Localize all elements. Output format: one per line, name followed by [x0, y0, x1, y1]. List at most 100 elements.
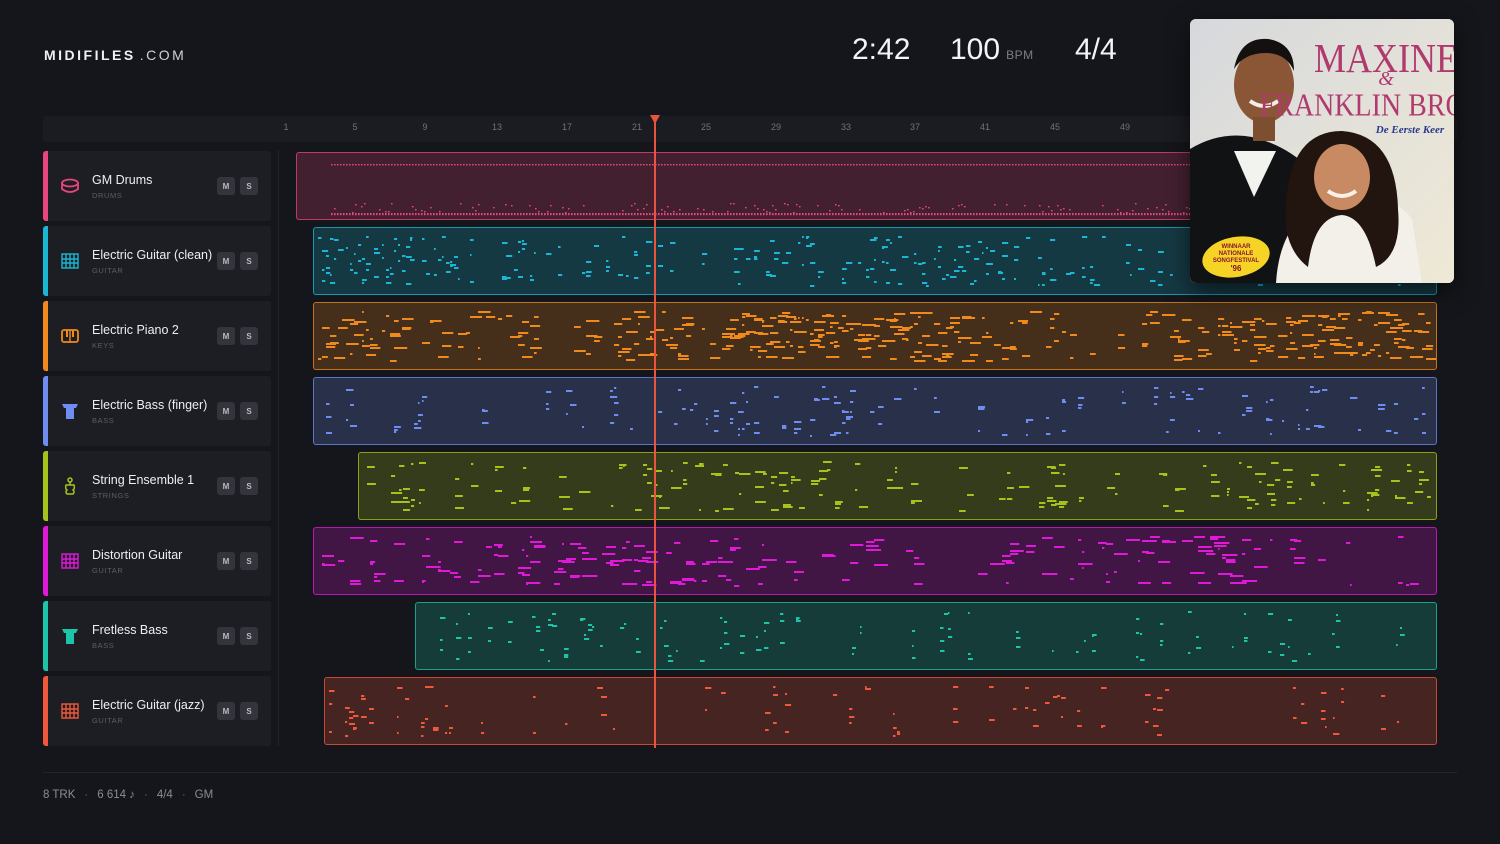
mute-button[interactable]: M [217, 702, 235, 720]
track-category: KEYS [92, 341, 115, 350]
track-header-fretless-bass[interactable]: Fretless Bass BASS M S [43, 601, 271, 671]
note-count: 6 614 ♪ [97, 789, 135, 801]
track-category: GUITAR [92, 716, 124, 725]
mute-button[interactable]: M [217, 552, 235, 570]
track-color-strip [43, 151, 48, 221]
guitar-grid-icon [59, 700, 81, 722]
tempo-unit: BPM [1006, 48, 1034, 62]
tempo-value: 100 [950, 33, 1001, 66]
track-name: Fretless Bass [92, 623, 168, 637]
brand-name: MIDIFILES [44, 47, 136, 63]
track-header-distortion-guitar[interactable]: Distortion Guitar GUITAR M S [43, 526, 271, 596]
svg-text:'96: '96 [1231, 264, 1242, 273]
solo-button[interactable]: S [240, 402, 258, 420]
track-name: Electric Piano 2 [92, 323, 179, 337]
mute-button[interactable]: M [217, 177, 235, 195]
clip-distortion-guitar[interactable] [313, 527, 1437, 595]
playhead-handle[interactable] [650, 115, 660, 124]
mute-button[interactable]: M [217, 477, 235, 495]
clip-electric-guitar-jazz[interactable] [324, 677, 1437, 745]
midi-standard: GM [194, 789, 214, 801]
solo-button[interactable]: S [240, 552, 258, 570]
time-signature: 4/4 [1075, 33, 1117, 66]
cover-artist-line2: FRANKLIN BROWN [1260, 87, 1454, 123]
track-header-gm-drums[interactable]: GM Drums DRUMS M S [43, 151, 271, 221]
playhead[interactable] [654, 120, 656, 748]
track-category: STRINGS [92, 491, 130, 500]
ruler-tick: 49 [1119, 122, 1131, 132]
guitar-grid-icon [59, 250, 81, 272]
track-color-strip [43, 676, 48, 746]
track-category: GUITAR [92, 566, 124, 575]
guitar-grid-icon [59, 550, 81, 572]
note-pattern [326, 386, 1427, 437]
track-header-electric-guitar-jazz[interactable]: Electric Guitar (jazz) GUITAR M S [43, 676, 271, 746]
track-count: 8 TRK [43, 789, 76, 801]
solo-button[interactable]: S [240, 477, 258, 495]
track-name: Electric Bass (finger) [92, 398, 208, 412]
note-pattern [322, 536, 1419, 587]
track-name: Electric Guitar (clean) [92, 248, 213, 262]
track-color-strip [43, 301, 48, 371]
mute-button[interactable]: M [217, 252, 235, 270]
mute-button[interactable]: M [217, 327, 235, 345]
mute-button[interactable]: M [217, 402, 235, 420]
solo-button[interactable]: S [240, 177, 258, 195]
ruler-tick: 29 [770, 122, 782, 132]
brand-logo: MIDIFILES .COM [44, 47, 186, 63]
track-color-strip [43, 226, 48, 296]
svg-text:NATIONALE: NATIONALE [1219, 251, 1254, 257]
solo-button[interactable]: S [240, 627, 258, 645]
track-header-electric-piano-2[interactable]: Electric Piano 2 KEYS M S [43, 301, 271, 371]
bass-icon [59, 625, 81, 647]
ruler-tick: 17 [561, 122, 573, 132]
ruler-tick: 33 [840, 122, 852, 132]
ruler-tick: 13 [491, 122, 503, 132]
svg-text:WINNAAR: WINNAAR [1222, 244, 1252, 250]
footer-time-signature: 4/4 [156, 789, 173, 801]
clip-electric-bass-finger[interactable] [313, 377, 1437, 445]
piano-icon [59, 325, 81, 347]
note-pattern [318, 311, 1436, 362]
solo-button[interactable]: S [240, 702, 258, 720]
tempo-display: 100 BPM [950, 33, 1034, 67]
solo-button[interactable]: S [240, 327, 258, 345]
note-pattern [329, 686, 1400, 737]
album-cover: MAXINE & FRANKLIN BROWN De Eerste Keer W… [1190, 19, 1454, 283]
ruler-tick: 1 [283, 122, 289, 132]
clip-string-ensemble-1[interactable] [358, 452, 1437, 520]
track-category: DRUMS [92, 191, 123, 200]
track-name: String Ensemble 1 [92, 473, 195, 487]
track-color-strip [43, 451, 48, 521]
track-category: GUITAR [92, 266, 124, 275]
ruler-tick: 41 [979, 122, 991, 132]
mute-button[interactable]: M [217, 627, 235, 645]
track-category: BASS [92, 416, 115, 425]
status-bar: 8 TRK · 6 614 ♪ · 4/4 · GM [43, 789, 214, 801]
footer-divider [43, 772, 1457, 773]
solo-button[interactable]: S [240, 252, 258, 270]
ruler-tick: 25 [700, 122, 712, 132]
track-name: GM Drums [92, 173, 153, 187]
track-header-electric-guitar-clean[interactable]: Electric Guitar (clean) GUITAR M S [43, 226, 271, 296]
note-pattern [440, 611, 1405, 662]
clip-fretless-bass[interactable] [415, 602, 1437, 670]
violin-icon [59, 475, 81, 497]
track-name: Electric Guitar (jazz) [92, 698, 205, 712]
clip-electric-piano-2[interactable] [313, 302, 1437, 370]
track-color-strip [43, 376, 48, 446]
cover-album-title: De Eerste Keer [1375, 124, 1445, 136]
ruler-tick: 45 [1049, 122, 1061, 132]
track-color-strip [43, 601, 48, 671]
brand-suffix: .COM [139, 47, 187, 63]
track-header-electric-bass-finger[interactable]: Electric Bass (finger) BASS M S [43, 376, 271, 446]
lane-divider [278, 150, 279, 746]
drum-icon [59, 175, 81, 197]
ruler-tick: 5 [352, 122, 358, 132]
ruler-tick: 37 [909, 122, 921, 132]
elapsed-time: 2:42 [852, 33, 911, 66]
note-pattern [367, 461, 1431, 512]
track-category: BASS [92, 641, 115, 650]
track-header-string-ensemble-1[interactable]: String Ensemble 1 STRINGS M S [43, 451, 271, 521]
track-name: Distortion Guitar [92, 548, 183, 562]
